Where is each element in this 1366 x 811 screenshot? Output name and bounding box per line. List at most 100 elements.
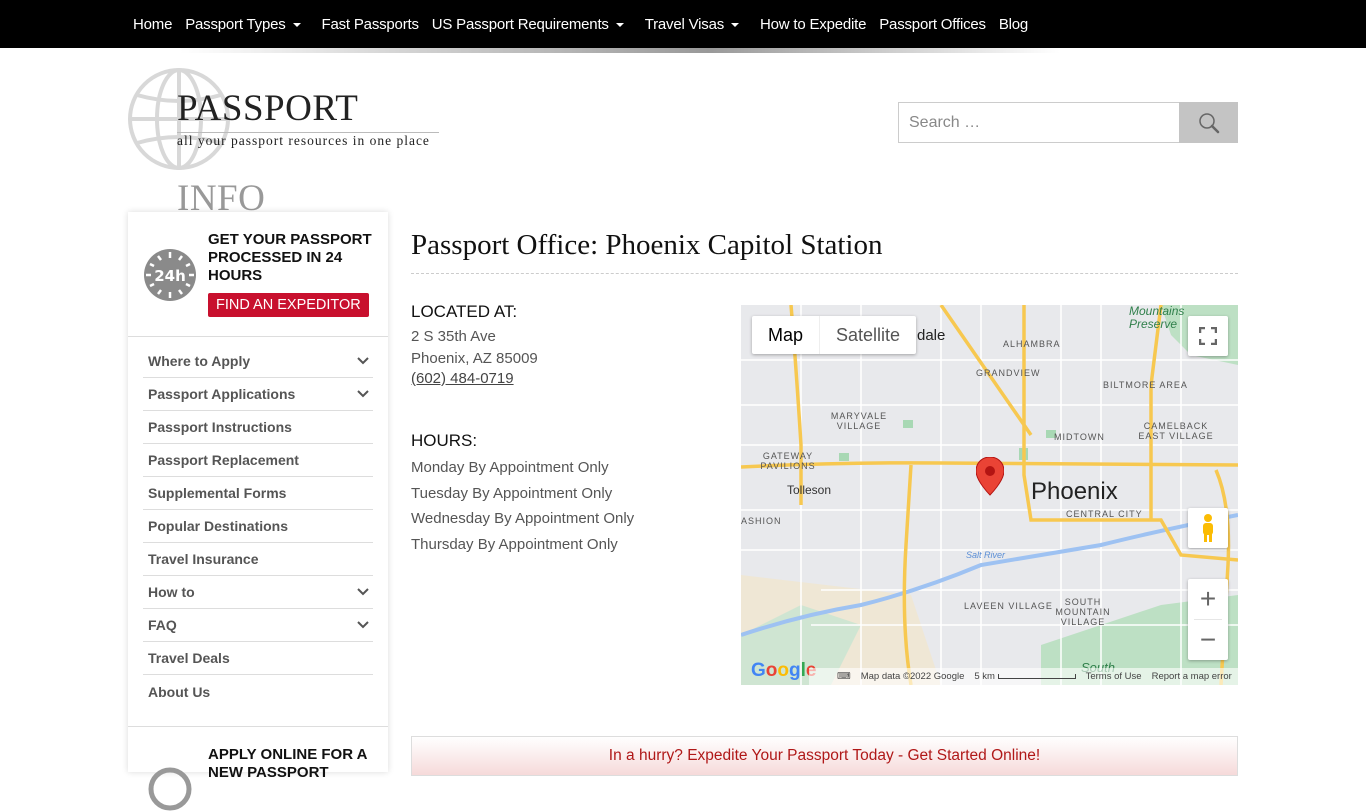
nav-item-home[interactable]: Home <box>133 16 172 33</box>
promo2-title: APPLY ONLINE FOR A NEW PASSPORT <box>208 746 367 781</box>
sidebar-item-travel-insurance[interactable]: Travel Insurance <box>143 543 373 576</box>
sidebar-item-label: Supplemental Forms <box>148 485 287 501</box>
office-info: LOCATED AT: 2 S 35th Ave Phoenix, AZ 850… <box>411 302 731 557</box>
nav-item-travel-visas[interactable]: Travel Visas <box>645 16 747 33</box>
hours-section: HOURS: Monday By Appointment Only Tuesday… <box>411 431 731 557</box>
nav-item-how-to-expedite[interactable]: How to Expedite <box>760 16 866 33</box>
map-label-south-mountain: SOUTH MOUNTAIN VILLAGE <box>1055 597 1111 627</box>
search-form <box>898 102 1238 143</box>
map-label-camelback: CAMELBACK EAST VILLAGE <box>1138 421 1214 441</box>
phone-link[interactable]: (602) 484-0719 <box>411 370 514 387</box>
sidebar-item-supplemental-forms[interactable]: Supplemental Forms <box>143 477 373 510</box>
search-icon <box>1198 112 1219 133</box>
sidebar-item-label: About Us <box>148 683 211 700</box>
sidebar-item-popular-destinations[interactable]: Popular Destinations <box>143 510 373 543</box>
sidebar-item-label: FAQ <box>148 617 177 633</box>
map-label-phoenix: Phoenix <box>1031 478 1118 505</box>
hours-row: Tuesday By Appointment Only <box>411 484 613 502</box>
sidebar-item-faq[interactable]: FAQ <box>143 609 373 642</box>
nav-item-blog[interactable]: Blog <box>999 16 1028 33</box>
chevron-down-icon[interactable] <box>353 390 373 398</box>
address-line1: 2 S 35th Ave <box>411 328 496 345</box>
nav-item-label: Home <box>133 15 173 33</box>
sidebar-item-label: Popular Destinations <box>148 518 289 534</box>
map-attribution-bar: ⌨ Map data ©2022 Google 5 km Terms of Us… <box>809 668 1238 685</box>
caret-down-icon <box>615 23 624 27</box>
zoom-control: + − <box>1188 579 1228 660</box>
map-pin-icon[interactable] <box>976 457 1004 497</box>
sidebar-item-how-to[interactable]: How to <box>143 576 373 609</box>
map-type-map-button[interactable]: Map <box>752 316 821 354</box>
map-label-biltmore: BILTMORE AREA <box>1103 380 1188 390</box>
hours-row: Wednesday By Appointment Only <box>411 510 635 527</box>
sidebar-item-about-us[interactable]: About Us <box>143 675 373 708</box>
fullscreen-icon <box>1199 327 1217 345</box>
map-label-maryvale: MARYVALE VILLAGE <box>830 411 888 431</box>
expedite-promo: 24h GET YOUR PASSPORT PROCESSED IN 24 HO… <box>128 212 388 337</box>
cta-text[interactable]: In a hurry? Expedite Your Passport Today… <box>609 747 1040 764</box>
sidebar-item-passport-applications[interactable]: Passport Applications <box>143 378 373 411</box>
nav-item-label: US Passport Requirements <box>431 15 609 33</box>
sidebar-item-label: Passport Instructions <box>148 419 292 435</box>
find-expeditor-button[interactable]: FIND AN EXPEDITOR <box>208 293 369 317</box>
hours-row: Monday By Appointment Only <box>411 459 609 476</box>
sidebar-item-label: Passport Applications <box>148 386 296 402</box>
nav-item-label: Travel Visas <box>644 15 725 33</box>
24h-clock-icon: 24h <box>144 249 196 301</box>
chevron-down-icon[interactable] <box>353 621 373 629</box>
terms-of-use-link[interactable]: Terms of Use <box>1086 671 1142 682</box>
map-label-grandview: GRANDVIEW <box>976 368 1041 378</box>
nav-item-label: Passport Types <box>185 15 286 33</box>
expedite-cta-banner[interactable]: In a hurry? Expedite Your Passport Today… <box>411 736 1238 776</box>
map-label-tolleson: Tolleson <box>787 483 832 497</box>
main-content: Passport Office: Phoenix Capitol Station… <box>411 212 1238 685</box>
sidebar-item-label: Travel Deals <box>148 650 230 666</box>
clock-icon <box>148 767 192 811</box>
chevron-down-icon[interactable] <box>353 588 373 596</box>
nav-item-passport-types[interactable]: Passport Types <box>185 16 308 33</box>
map-label-midtown: MIDTOWN <box>1054 432 1105 442</box>
report-map-error-link[interactable]: Report a map error <box>1152 671 1232 682</box>
nav-item-label: Passport Offices <box>879 15 986 33</box>
fullscreen-button[interactable] <box>1188 316 1228 356</box>
map-label-central-city: CENTRAL CITY <box>1066 509 1143 519</box>
search-input[interactable] <box>898 102 1179 143</box>
site-logo[interactable]: PASSPORT INFO all your passport resources… <box>127 67 447 219</box>
map-data-attribution: Map data ©2022 Google <box>860 671 965 682</box>
google-logo[interactable]: Google <box>751 660 816 682</box>
sidebar: 24h GET YOUR PASSPORT PROCESSED IN 24 HO… <box>128 212 388 811</box>
street-view-pegman[interactable] <box>1188 508 1228 548</box>
map-type-satellite-button[interactable]: Satellite <box>820 316 916 354</box>
map-label-salt-river: Salt River <box>966 550 1006 560</box>
keyboard-shortcuts-icon[interactable]: ⌨ <box>837 671 851 682</box>
map-label-fashion: ASHION <box>741 516 782 526</box>
sidebar-item-passport-instructions[interactable]: Passport Instructions <box>143 411 373 444</box>
nav-shadow <box>180 48 1060 53</box>
nav-item-fast-passports[interactable]: Fast Passports <box>322 16 419 33</box>
google-map[interactable]: dale ALHAMBRA GRANDVIEW BILTMORE AREA MA… <box>741 305 1238 685</box>
brand-name: PASSPORT INFO <box>177 88 359 219</box>
sidebar-item-label: How to <box>148 584 195 600</box>
caret-down-icon <box>731 23 740 27</box>
map-label-alhambra: ALHAMBRA <box>1003 339 1061 349</box>
sidebar-item-where-to-apply[interactable]: Where to Apply <box>143 345 373 378</box>
pegman-icon <box>1203 514 1213 542</box>
sidebar-item-travel-deals[interactable]: Travel Deals <box>143 642 373 675</box>
chevron-down-icon[interactable] <box>353 357 373 365</box>
nav-item-label: Fast Passports <box>321 15 419 33</box>
zoom-out-button[interactable]: − <box>1188 620 1228 660</box>
nav-item-label: Blog <box>998 15 1029 33</box>
hours-heading: HOURS: <box>411 431 478 450</box>
address-line2: Phoenix, AZ 85009 <box>411 350 538 367</box>
sidebar-item-passport-replacement[interactable]: Passport Replacement <box>143 444 373 477</box>
tagline: all your passport resources in one place <box>177 133 430 148</box>
sidebar-menu: Where to Apply Passport Applications Passp… <box>128 345 388 708</box>
map-label-laveen: LAVEEN VILLAGE <box>964 601 1053 611</box>
search-button[interactable] <box>1179 102 1238 143</box>
map-label-gateway: GATEWAY PAVILIONS <box>760 451 816 471</box>
nav-item-passport-offices[interactable]: Passport Offices <box>879 16 986 33</box>
map-scale[interactable]: 5 km <box>974 671 1076 682</box>
zoom-in-button[interactable]: + <box>1188 579 1228 619</box>
nav-item-us-passport-requirements[interactable]: US Passport Requirements <box>432 16 632 33</box>
page-title: Passport Office: Phoenix Capitol Station <box>411 229 1238 274</box>
